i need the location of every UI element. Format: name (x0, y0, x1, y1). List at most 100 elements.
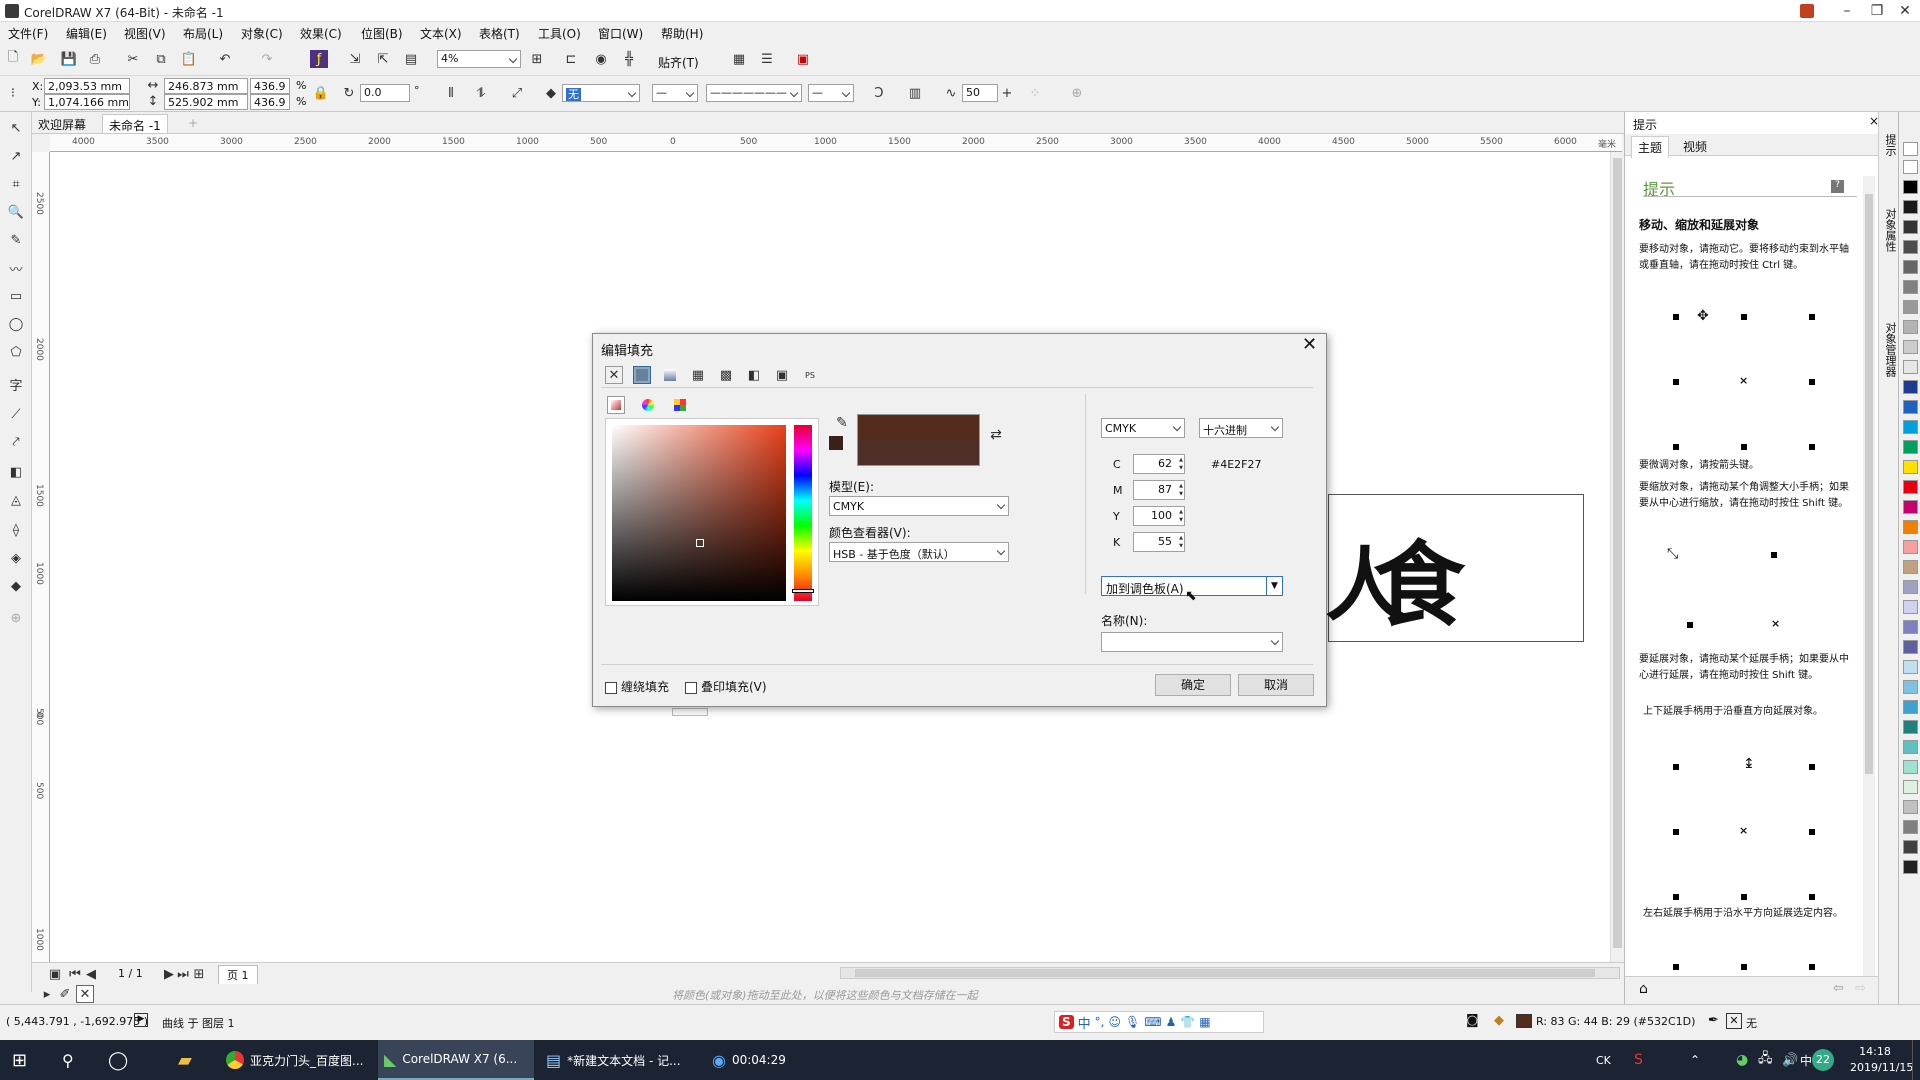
punctuation-icon[interactable]: °, (1095, 1015, 1105, 1029)
end-arrowhead-select[interactable]: — (808, 84, 854, 102)
palette-swatch[interactable] (1903, 560, 1918, 574)
c-value-field[interactable]: 62 (1133, 454, 1185, 474)
color-proof-icon[interactable]: ◙ (1466, 1013, 1479, 1028)
zoom-level-select[interactable]: 4% (437, 50, 521, 68)
side-tab-hints[interactable]: 提示 (1882, 134, 1898, 156)
eyedropper-icon[interactable]: ✎ (833, 414, 851, 432)
object-origin-icon[interactable]: ⁝ (4, 84, 22, 102)
palette-swatch[interactable] (1903, 180, 1918, 194)
palette-no-color-swatch[interactable] (1903, 142, 1918, 156)
color-picker-marker[interactable] (696, 539, 704, 547)
home-icon[interactable]: ⌂ (1639, 981, 1648, 997)
x-position-field[interactable]: 2,093.53 mm (44, 78, 130, 94)
palette-swatch[interactable] (1903, 480, 1918, 494)
taskbar-notepad[interactable]: ▤ *新建文本文档 - 记... (542, 1040, 702, 1080)
model-select[interactable]: CMYK (829, 496, 1009, 516)
overprint-fill-checkbox[interactable]: 叠印填充(V) (685, 678, 767, 695)
viewer-select[interactable]: HSB - 基于色度（默认） (829, 542, 1009, 562)
swap-colors-icon[interactable]: ⇄ (987, 426, 1005, 444)
taskbar-coreldraw[interactable]: ◣ CorelDRAW X7 (6... (378, 1040, 534, 1080)
tab-untitled-1[interactable]: 未命名 -1 (102, 114, 168, 133)
palette-swatch[interactable] (1903, 600, 1918, 614)
k-value-field[interactable]: 55 (1133, 532, 1185, 552)
keyboard-icon[interactable]: ⌨ (1144, 1015, 1161, 1029)
saturation-brightness-field[interactable] (612, 425, 786, 601)
ime-tray-label[interactable]: 中 (1800, 1040, 1812, 1080)
menu-table[interactable]: 表格(T) (479, 25, 520, 42)
dimension-tool-icon[interactable]: ⟋ (6, 404, 26, 424)
cut-icon[interactable]: ✂ (124, 50, 142, 68)
vector-pattern-icon[interactable]: ▦ (689, 366, 707, 384)
outline-style-select[interactable]: ——————— (706, 84, 802, 102)
smart-fill-icon[interactable]: ◆ (6, 576, 26, 596)
rotation-angle-field[interactable]: 0.0 (360, 84, 410, 102)
lock-ratio-icon[interactable]: 🔒 (312, 84, 330, 102)
ok-button[interactable]: 确定 (1155, 674, 1231, 696)
palette-swatch[interactable] (1903, 400, 1918, 414)
crop-tool-icon[interactable]: ⌗ (6, 174, 26, 194)
transform-icon[interactable]: ⤢ (508, 84, 526, 102)
palette-swatch[interactable] (1903, 680, 1918, 694)
palette-swatch[interactable] (1903, 440, 1918, 454)
menu-layout[interactable]: 布局(L) (183, 25, 223, 42)
horizontal-ruler[interactable]: 4000 3500 3000 2500 2000 1500 1000 500 0… (50, 134, 1622, 152)
freehand-tool-icon[interactable]: ✎ (6, 230, 26, 250)
transparency-icon[interactable]: ◬ (6, 490, 26, 510)
palette-swatch[interactable] (1903, 720, 1918, 734)
tray-chevron-icon[interactable]: ⌃ (1690, 1040, 1700, 1080)
mirror-horizontal-icon[interactable]: ⫴ (442, 84, 460, 102)
palette-swatch[interactable] (1903, 540, 1918, 554)
taskbar-recorder[interactable]: ◉ 00:04:29 (708, 1040, 808, 1080)
snap-nodes-icon[interactable]: ⁘ (1026, 84, 1044, 102)
wrap-fill-checkbox[interactable]: 缠绕填充 (605, 678, 669, 695)
menu-view[interactable]: 视图(V) (124, 25, 166, 42)
voice-icon[interactable]: 🎙 (1125, 1015, 1140, 1029)
full-screen-icon[interactable]: ⊞ (528, 50, 546, 68)
fill-select[interactable]: 无 (562, 84, 640, 102)
application-launcher-icon[interactable]: ☰ (758, 50, 776, 68)
search-content-icon[interactable]: ƒ (310, 50, 328, 68)
bitmap-pattern-icon[interactable]: ▩ (717, 366, 735, 384)
docker-scrollbar[interactable] (1863, 176, 1875, 996)
undo-icon[interactable]: ↶ (216, 50, 234, 68)
paste-icon[interactable]: 📋 (180, 50, 198, 68)
show-grid-icon[interactable]: ◉ (592, 50, 610, 68)
tray-app-icon[interactable]: ◕ (1736, 1040, 1748, 1080)
palette-swatch[interactable] (1903, 300, 1918, 314)
palette-swatch[interactable] (1903, 280, 1918, 294)
close-window-button[interactable]: ✕ (1890, 0, 1920, 22)
y-position-field[interactable]: 1,074.166 mm (44, 94, 130, 110)
scale-y-field[interactable]: 436.9 (250, 94, 290, 110)
palette-swatch[interactable] (1903, 840, 1918, 854)
import-icon[interactable]: ⇲ (346, 50, 364, 68)
palette-swatch[interactable] (1903, 740, 1918, 754)
options-icon[interactable]: ▦ (730, 50, 748, 68)
text-frame[interactable]: 人 食 (1325, 494, 1584, 642)
menu-effects[interactable]: 效果(C) (300, 25, 342, 42)
vertical-scroll-thumb[interactable] (1613, 158, 1622, 948)
palette-swatch[interactable] (1903, 620, 1918, 634)
uniform-fill-icon[interactable] (633, 366, 651, 384)
connector-tool-icon[interactable]: ⤤ (6, 432, 26, 452)
menu-help[interactable]: 帮助(H) (661, 25, 703, 42)
save-icon[interactable]: 💾 (60, 50, 78, 68)
palette-swatch[interactable] (1903, 340, 1918, 354)
polygon-tool-icon[interactable]: ⬠ (6, 342, 26, 362)
hex-value[interactable]: #4E2F27 (1211, 458, 1262, 471)
hue-slider[interactable] (792, 425, 814, 601)
width-field[interactable]: 246.873 mm (164, 78, 248, 94)
palette-swatch[interactable] (1903, 660, 1918, 674)
palettes-tab-icon[interactable] (671, 396, 689, 414)
tab-video[interactable]: 视频 (1677, 138, 1713, 155)
text-tool-icon[interactable]: 字 (6, 374, 26, 394)
print-icon[interactable]: ⎙ (86, 50, 104, 68)
drop-shadow-icon[interactable]: ◧ (6, 462, 26, 482)
ellipse-tool-icon[interactable]: ◯ (6, 314, 26, 334)
redo-icon[interactable]: ↷ (258, 50, 276, 68)
welcome-screen-icon[interactable]: ▣ (794, 50, 812, 68)
smoothing-field[interactable]: 50 (962, 84, 998, 102)
palette-swatch[interactable] (1903, 700, 1918, 714)
palette-swatch[interactable] (1903, 160, 1918, 174)
palette-swatch[interactable] (1903, 320, 1918, 334)
eyedropper-icon[interactable]: ✐ (56, 985, 74, 1003)
